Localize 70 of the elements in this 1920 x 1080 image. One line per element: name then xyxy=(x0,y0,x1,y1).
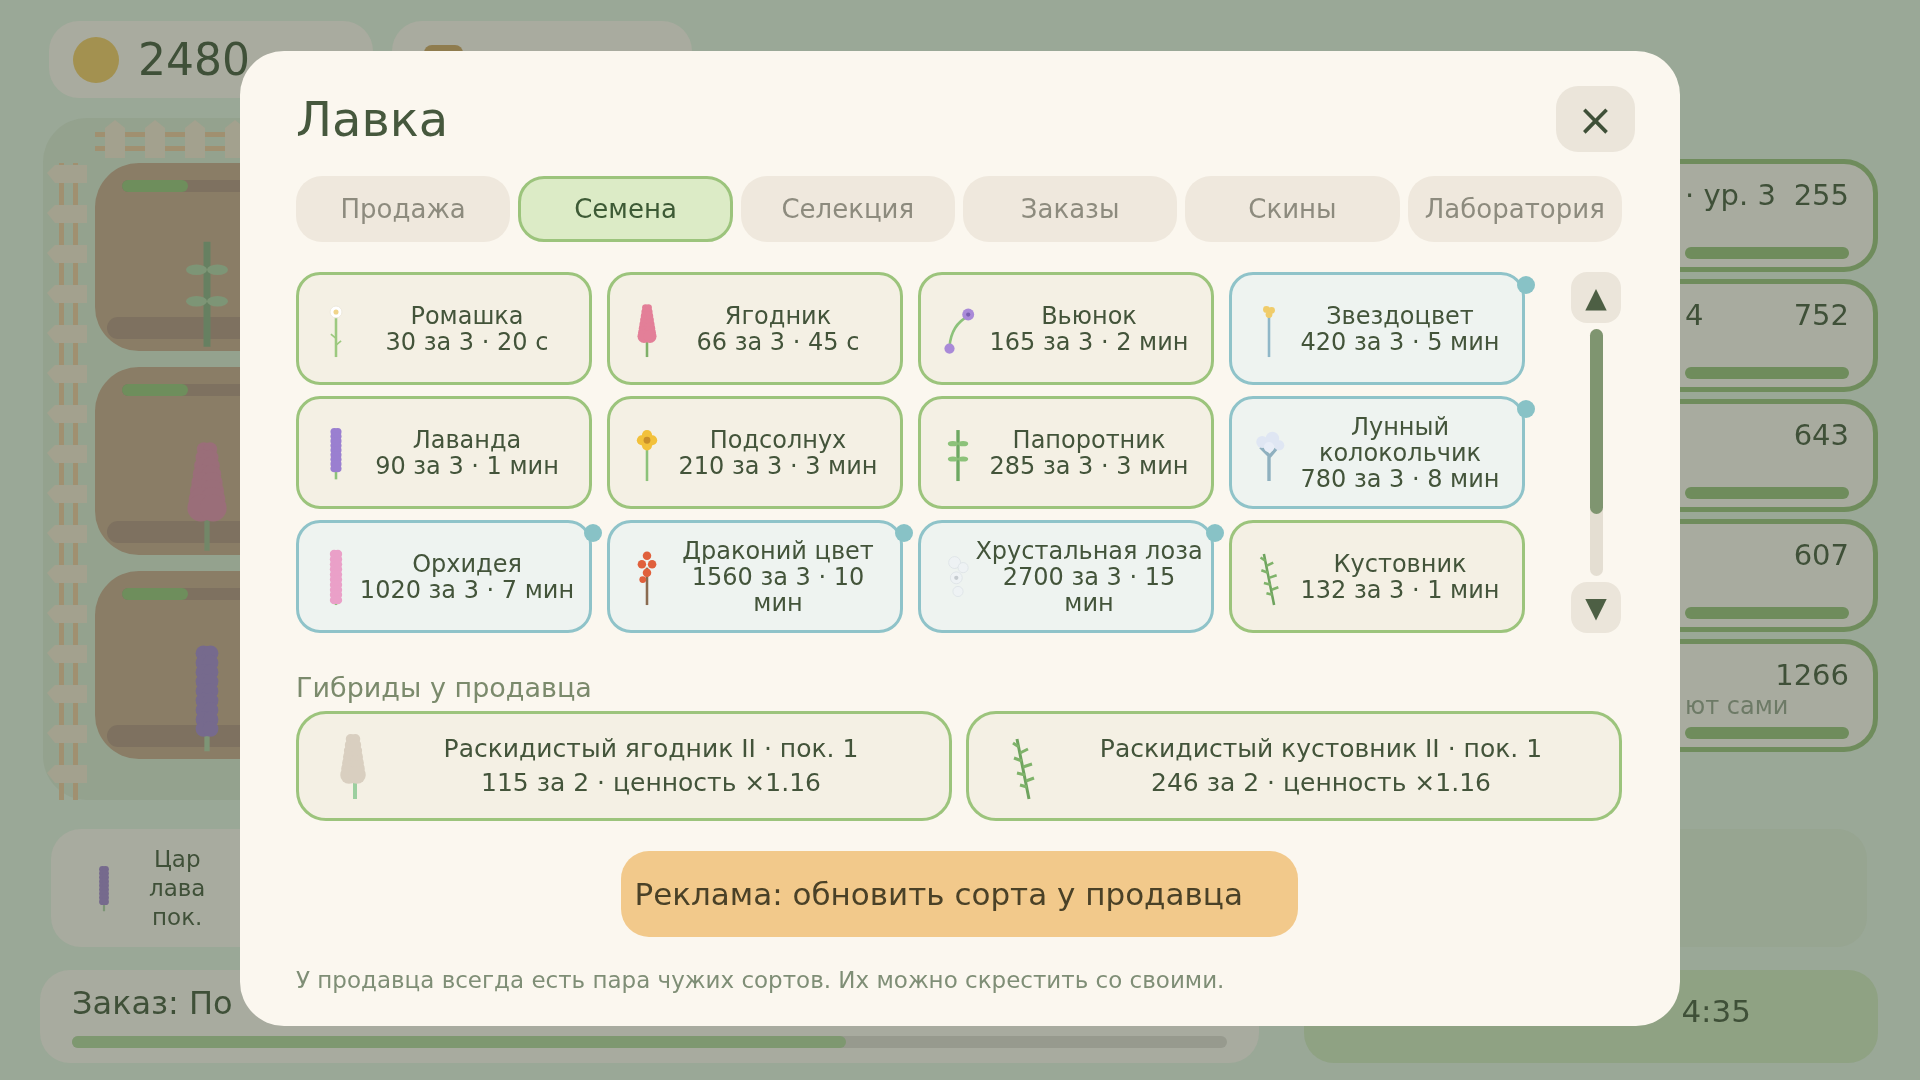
seed-stats: 210 за 3 · 3 мин xyxy=(678,452,878,479)
card-value: 643 xyxy=(1793,418,1849,452)
seed-card[interactable]: Подсолнух 210 за 3 · 3 мин xyxy=(607,396,903,509)
card-label: 4 xyxy=(1685,298,1704,332)
hybrid-card[interactable]: Раскидистый ягодник II · пок. 1 115 за 2 · ценность ×1.16 xyxy=(296,711,952,821)
corner-dot xyxy=(1206,524,1224,542)
tab[interactable]: Семена xyxy=(518,176,733,242)
seed-name: Ромашка xyxy=(410,302,524,329)
seed-card[interactable]: Кустовник 132 за 3 · 1 мин xyxy=(1229,520,1525,633)
section-title: Гибриды у продавца xyxy=(296,673,593,703)
corner-dot xyxy=(895,524,913,542)
seed-name: Папоротник xyxy=(1012,426,1166,453)
card-value: 255 xyxy=(1793,178,1849,212)
card-value: 1266 xyxy=(1775,658,1849,692)
seed-stats: 2700 за 3 · 15 мин xyxy=(1002,563,1177,616)
seed-name: Подсолнух xyxy=(709,426,847,453)
timer-text: 4:35 xyxy=(1681,992,1751,1029)
corner-dot xyxy=(1517,276,1535,294)
seed-card[interactable]: Звездоцвет 420 за 3 · 5 мин xyxy=(1229,272,1525,385)
seed-name: Звездоцвет xyxy=(1326,302,1474,329)
seed-card[interactable]: Вьюнок 165 за 3 · 2 мин xyxy=(918,272,1214,385)
seed-stats: 30 за 3 · 20 с xyxy=(385,328,549,355)
seed-name: Орхидея xyxy=(412,550,522,577)
hybrid-card[interactable]: Раскидистый кустовник II · пок. 1 246 за 2 · ценность ×1.16 xyxy=(966,711,1622,821)
corner-dot xyxy=(584,524,602,542)
seed-card[interactable]: Ягодник 66 за 3 · 45 с xyxy=(607,272,903,385)
seed-card[interactable]: Хрустальная лоза 2700 за 3 · 15 мин xyxy=(918,520,1214,633)
coin-icon xyxy=(73,36,119,83)
corner-dot xyxy=(1517,400,1535,418)
seed-name: Драконий цвет xyxy=(682,537,874,564)
scroll-down-button[interactable]: ▼ xyxy=(1571,582,1621,633)
seed-card[interactable]: Папоротник 285 за 3 · 3 мин xyxy=(918,396,1214,509)
seed-card[interactable]: Орхидея 1020 за 3 · 7 мин xyxy=(296,520,592,633)
seed-stats: 285 за 3 · 3 мин xyxy=(989,452,1189,479)
card-text: Цар xyxy=(153,844,201,874)
scrollbar[interactable] xyxy=(1589,329,1603,576)
seed-name: Хрустальная лоза xyxy=(975,537,1203,564)
hybrid-stats: 246 за 2 · ценность ×1.16 xyxy=(1151,767,1491,799)
seed-stats: 165 за 3 · 2 мин xyxy=(989,328,1189,355)
seed-stats: 90 за 3 · 1 мин xyxy=(375,452,559,479)
dialog-title: Лавка xyxy=(296,91,449,147)
card-value: 607 xyxy=(1793,538,1849,572)
close-button[interactable]: × xyxy=(1556,86,1635,152)
card-value: 752 xyxy=(1793,298,1849,332)
seed-card[interactable]: Драконий цвет 1560 за 3 · 10 мин xyxy=(607,520,903,633)
scroll-up-button[interactable]: ▲ xyxy=(1571,272,1621,323)
hybrid-stats: 115 за 2 · ценность ×1.16 xyxy=(481,767,821,799)
seed-stats: 420 за 3 · 5 мин xyxy=(1300,328,1500,355)
coin-amount: 2480 xyxy=(138,34,250,85)
ad-refresh-button[interactable]: Реклама: обновить сорта у продавца xyxy=(620,851,1298,937)
seed-stats: 66 за 3 · 45 с xyxy=(696,328,860,355)
seed-stats: 780 за 3 · 8 мин xyxy=(1300,465,1500,492)
seed-stats: 1560 за 3 · 10 мин xyxy=(691,563,865,616)
card-note: ют сами xyxy=(1685,692,1790,720)
seed-card[interactable]: Ромашка 30 за 3 · 20 с xyxy=(296,272,592,385)
seed-name: Кустовник xyxy=(1333,550,1467,577)
hint-text: У продавца всегда есть пара чужих сортов. Их можно скрестить со своими. xyxy=(296,967,1226,993)
seed-name: Лунный колокольчик xyxy=(1317,413,1483,466)
hybrid-title: Раскидистый кустовник II · пок. 1 xyxy=(1099,733,1543,765)
seed-name: Лаванда xyxy=(412,426,522,453)
hybrid-title: Раскидистый ягодник II · пок. 1 xyxy=(443,733,859,765)
card-text: лава xyxy=(149,873,206,903)
seed-card[interactable]: Лаванда 90 за 3 · 1 мин xyxy=(296,396,592,509)
seed-stats: 1020 за 3 · 7 мин xyxy=(359,576,575,603)
card-label: · ур. 3 xyxy=(1685,178,1776,212)
seed-card[interactable]: Лунный колокольчик 780 за 3 · 8 мин xyxy=(1229,396,1525,509)
seed-name: Ягодник xyxy=(724,302,832,329)
seed-stats: 132 за 3 · 1 мин xyxy=(1300,576,1500,603)
card-text: пок. xyxy=(152,902,203,932)
seed-name: Вьюнок xyxy=(1041,302,1137,329)
